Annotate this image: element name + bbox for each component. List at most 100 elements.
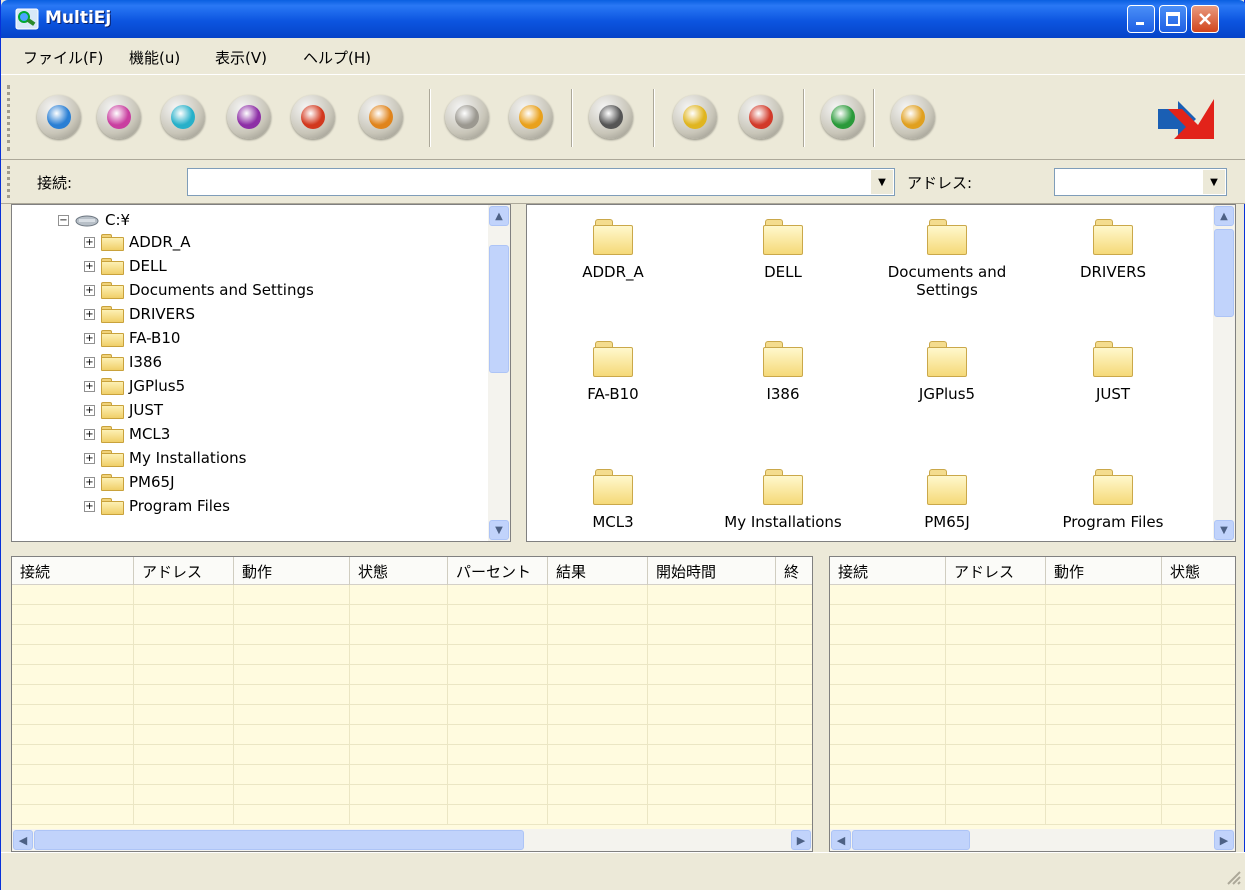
tree-item[interactable]: + Program Files <box>84 493 230 519</box>
addressbar-grip[interactable] <box>7 166 10 198</box>
collapse-icon[interactable]: − <box>58 214 69 226</box>
expand-icon[interactable]: + <box>84 260 95 272</box>
expand-icon[interactable]: + <box>84 308 95 320</box>
tree-item[interactable]: + DELL <box>84 253 167 279</box>
scroll-down-button[interactable]: ▼ <box>1214 520 1234 540</box>
column-header[interactable]: アドレス <box>134 557 234 585</box>
tree-item[interactable]: + DRIVERS <box>84 301 195 327</box>
column-header[interactable]: 状態 <box>350 557 448 585</box>
column-header[interactable]: 接続 <box>830 557 946 585</box>
expand-icon[interactable]: + <box>84 284 95 296</box>
vertical-splitter[interactable] <box>513 204 525 542</box>
transfer-list-left[interactable]: 接続 アドレス 動作 状態 パーセント 結果 開始時間終 ◀ ▶ <box>11 556 813 852</box>
toolbar-button-9[interactable] <box>673 95 717 139</box>
toolbar-button-8[interactable] <box>589 95 633 139</box>
column-header[interactable]: 動作 <box>1046 557 1162 585</box>
tree-item[interactable]: + JUST <box>84 397 163 423</box>
table-row[interactable] <box>830 705 1235 725</box>
tree-item[interactable]: + MCL3 <box>84 421 170 447</box>
tree-item[interactable]: + JGPlus5 <box>84 373 185 399</box>
maximize-button[interactable] <box>1159 5 1187 33</box>
connect-dropdown-button[interactable]: ▼ <box>871 170 893 194</box>
folder-item[interactable]: JUST <box>1033 339 1193 403</box>
toolbar-button-11[interactable] <box>821 95 865 139</box>
tree-item[interactable]: + I386 <box>84 349 162 375</box>
table-row[interactable] <box>830 765 1235 785</box>
list-splitter[interactable] <box>814 556 828 852</box>
expand-icon[interactable]: + <box>84 476 95 488</box>
table-row[interactable] <box>830 805 1235 825</box>
tree-item[interactable]: + My Installations <box>84 445 246 471</box>
expand-icon[interactable]: + <box>84 236 95 248</box>
menu-help[interactable]: ヘルプ(H) <box>303 47 371 68</box>
close-button[interactable] <box>1191 5 1219 33</box>
table-row[interactable] <box>830 605 1235 625</box>
column-header[interactable]: 開始時間 <box>648 557 776 585</box>
expand-icon[interactable]: + <box>84 380 95 392</box>
toolbar-button-5[interactable] <box>359 95 403 139</box>
left-hscrollbar[interactable]: ◀ ▶ <box>12 829 812 851</box>
folder-item[interactable]: DELL <box>703 217 863 281</box>
address-dropdown-button[interactable]: ▼ <box>1203 170 1225 194</box>
horizontal-splitter[interactable] <box>11 542 1236 556</box>
toolbar-button-6[interactable] <box>445 95 489 139</box>
resize-grip-icon[interactable] <box>1224 868 1242 886</box>
table-row[interactable] <box>830 745 1235 765</box>
scroll-left-button[interactable]: ◀ <box>13 830 33 850</box>
column-header[interactable]: 状態 <box>1162 557 1235 585</box>
folder-item[interactable]: PM65J <box>867 467 1027 531</box>
toolbar-button-7[interactable] <box>509 95 553 139</box>
toolbar-button-12[interactable] <box>891 95 935 139</box>
scroll-thumb[interactable] <box>852 830 970 850</box>
toolbar-grip[interactable] <box>7 85 10 151</box>
folder-item[interactable]: My Installations <box>703 467 863 531</box>
column-header[interactable]: 結果 <box>548 557 648 585</box>
menu-view[interactable]: 表示(V) <box>215 47 267 68</box>
scroll-thumb[interactable] <box>34 830 524 850</box>
scroll-thumb[interactable] <box>489 245 509 373</box>
folder-tree[interactable]: − C:¥ + ADDR_A + DELL + Documents and Setting… <box>11 204 511 542</box>
folder-item[interactable]: ADDR_A <box>533 217 693 281</box>
tree-item[interactable]: + Documents and Settings <box>84 277 314 303</box>
tree-vscrollbar[interactable]: ▲ ▼ <box>488 205 510 541</box>
scroll-thumb[interactable] <box>1214 229 1234 317</box>
folder-item[interactable]: Program Files <box>1033 467 1193 531</box>
toolbar-button-2[interactable] <box>161 95 205 139</box>
transfer-list-right[interactable]: 接続 アドレス 動作 状態 ◀ ▶ <box>829 556 1236 852</box>
table-row[interactable] <box>830 785 1235 805</box>
table-row[interactable] <box>830 645 1235 665</box>
column-header[interactable]: パーセント <box>448 557 548 585</box>
expand-icon[interactable]: + <box>84 452 95 464</box>
column-header[interactable]: 終 <box>776 557 812 585</box>
address-combo[interactable]: ▼ <box>1054 168 1227 196</box>
toolbar-button-1[interactable] <box>97 95 141 139</box>
scroll-up-button[interactable]: ▲ <box>489 206 509 226</box>
table-row[interactable] <box>830 665 1235 685</box>
scroll-up-button[interactable]: ▲ <box>1214 206 1234 226</box>
minimize-button[interactable] <box>1127 5 1155 33</box>
iconview-vscrollbar[interactable]: ▲ ▼ <box>1213 205 1235 541</box>
scroll-left-button[interactable]: ◀ <box>831 830 851 850</box>
toolbar-button-3[interactable] <box>227 95 271 139</box>
expand-icon[interactable]: + <box>84 356 95 368</box>
scroll-right-button[interactable]: ▶ <box>1214 830 1234 850</box>
menu-function[interactable]: 機能(u) <box>129 47 180 68</box>
toolbar-button-0[interactable] <box>37 95 81 139</box>
tree-item[interactable]: + PM65J <box>84 469 175 495</box>
folder-item[interactable]: FA-B10 <box>533 339 693 403</box>
tree-item[interactable]: + FA-B10 <box>84 325 180 351</box>
scroll-down-button[interactable]: ▼ <box>489 520 509 540</box>
right-hscrollbar[interactable]: ◀ ▶ <box>830 829 1235 851</box>
toolbar-button-10[interactable] <box>739 95 783 139</box>
folder-item[interactable]: DRIVERS <box>1033 217 1193 281</box>
expand-icon[interactable]: + <box>84 428 95 440</box>
toolbar-button-4[interactable] <box>291 95 335 139</box>
table-row[interactable] <box>830 685 1235 705</box>
connect-combo[interactable]: ▼ <box>187 168 895 196</box>
expand-icon[interactable]: + <box>84 500 95 512</box>
folder-item[interactable]: I386 <box>703 339 863 403</box>
tree-item[interactable]: + ADDR_A <box>84 229 191 255</box>
folder-item[interactable]: MCL3 <box>533 467 693 531</box>
title-bar[interactable]: MultiEj <box>1 0 1245 38</box>
folder-item[interactable]: JGPlus5 <box>867 339 1027 403</box>
